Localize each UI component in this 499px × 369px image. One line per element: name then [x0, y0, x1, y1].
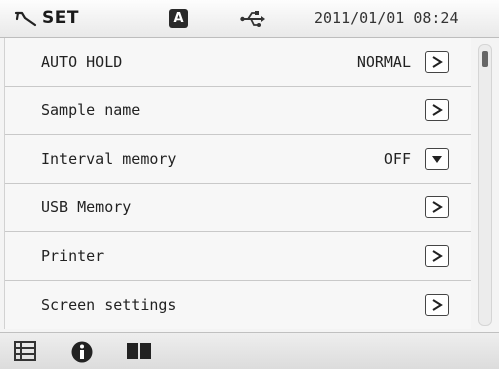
- scroll-thumb[interactable]: [482, 51, 488, 67]
- page-title: SET: [42, 8, 79, 28]
- wrench-icon: [14, 11, 37, 27]
- clock: 2011/01/01 08:24: [314, 9, 459, 27]
- info-icon[interactable]: [70, 341, 94, 363]
- chevron-right-icon[interactable]: [425, 293, 449, 316]
- chevron-right-icon[interactable]: [425, 99, 449, 122]
- setting-label: Printer: [41, 246, 105, 265]
- scrollbar[interactable]: [478, 44, 492, 326]
- setting-screen-settings[interactable]: Screen settings: [5, 281, 471, 330]
- setting-value: NORMAL: [356, 52, 411, 71]
- setting-label: USB Memory: [41, 198, 132, 217]
- book-icon[interactable]: [126, 341, 152, 361]
- setting-sample-name[interactable]: Sample name: [5, 87, 471, 135]
- setting-usb-memory[interactable]: USB Memory: [5, 184, 471, 232]
- setting-label: AUTO HOLD: [41, 52, 123, 71]
- usb-icon: [240, 11, 265, 27]
- chevron-right-icon[interactable]: [425, 244, 449, 267]
- chevron-right-icon[interactable]: [425, 196, 449, 219]
- setting-printer[interactable]: Printer: [5, 232, 471, 281]
- settings-list: AUTO HOLD NORMAL Sample name Interval me…: [4, 38, 471, 329]
- setting-label: Screen settings: [41, 295, 177, 314]
- dropdown-arrow-icon[interactable]: [425, 147, 449, 170]
- bottom-toolbar: [0, 332, 499, 369]
- setting-interval-memory[interactable]: Interval memory OFF: [5, 135, 471, 184]
- status-bar: SET A 2011/01/01 08:24: [0, 0, 499, 38]
- chevron-right-icon[interactable]: [425, 50, 449, 73]
- setting-auto-hold[interactable]: AUTO HOLD NORMAL: [5, 38, 471, 87]
- setting-label: Sample name: [41, 101, 141, 120]
- list-icon[interactable]: [14, 341, 36, 361]
- mode-badge: A: [169, 9, 188, 28]
- setting-value: OFF: [383, 149, 411, 168]
- setting-label: Interval memory: [41, 149, 177, 168]
